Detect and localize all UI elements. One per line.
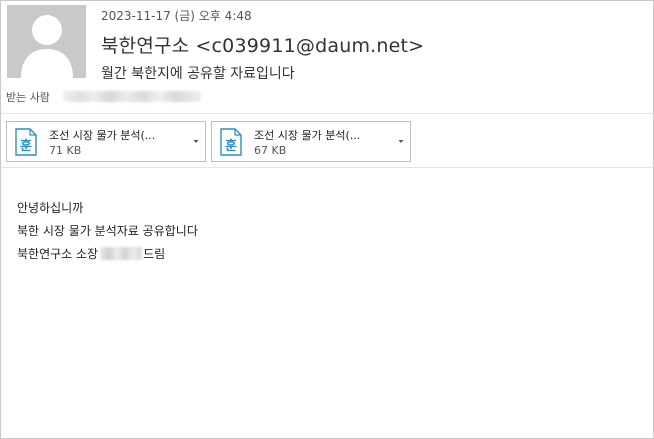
message-date: 2023-11-17 (금) 오후 4:48: [101, 9, 252, 23]
signature-suffix: 드림: [143, 247, 166, 261]
chevron-down-icon[interactable]: [395, 136, 407, 146]
attachments-divider: [1, 167, 653, 168]
attachment-item[interactable]: 훈 조선 시장 물가 분석(... 67 KB: [211, 121, 411, 162]
sender[interactable]: 북한연구소 <c039911@daum.net>: [101, 31, 424, 58]
chevron-down-icon[interactable]: [190, 136, 202, 146]
attachment-item[interactable]: 훈 조선 시장 물가 분석(... 71 KB: [6, 121, 206, 162]
recipient-label: 받는 사람: [6, 91, 50, 104]
hwp-file-icon: 훈: [220, 128, 242, 156]
header-divider: [1, 113, 653, 114]
attachment-size: 67 KB: [254, 144, 287, 157]
attachment-name: 조선 시장 물가 분석(...: [254, 129, 361, 142]
signature-prefix: 북한연구소 소장: [17, 247, 99, 261]
svg-text:훈: 훈: [20, 138, 32, 154]
body-line: 북한연구소 소장 드림: [17, 243, 198, 266]
body-line: 안녕하십니까: [17, 201, 84, 215]
hwp-file-icon: 훈: [15, 128, 37, 156]
person-placeholder-icon: [7, 5, 86, 78]
sender-email[interactable]: <c039911@daum.net>: [195, 35, 424, 57]
message-subject: 월간 북한지에 공유할 자료입니다: [101, 66, 295, 82]
email-reading-pane: 2023-11-17 (금) 오후 4:48 북한연구소 <c039911@dau…: [0, 0, 654, 439]
sender-avatar: [7, 5, 86, 78]
attachment-size: 71 KB: [49, 144, 82, 157]
body-line: 북한 시장 물가 분석자료 공유합니다: [17, 224, 198, 238]
svg-text:훈: 훈: [225, 138, 237, 154]
attachment-name: 조선 시장 물가 분석(...: [49, 129, 156, 142]
message-body: 안녕하십니까 북한 시장 물가 분석자료 공유합니다 북한연구소 소장 드림: [17, 197, 198, 266]
recipient-redacted[interactable]: [63, 91, 201, 102]
signature-name-redacted: [100, 247, 143, 260]
sender-name[interactable]: 북한연구소: [101, 35, 189, 57]
